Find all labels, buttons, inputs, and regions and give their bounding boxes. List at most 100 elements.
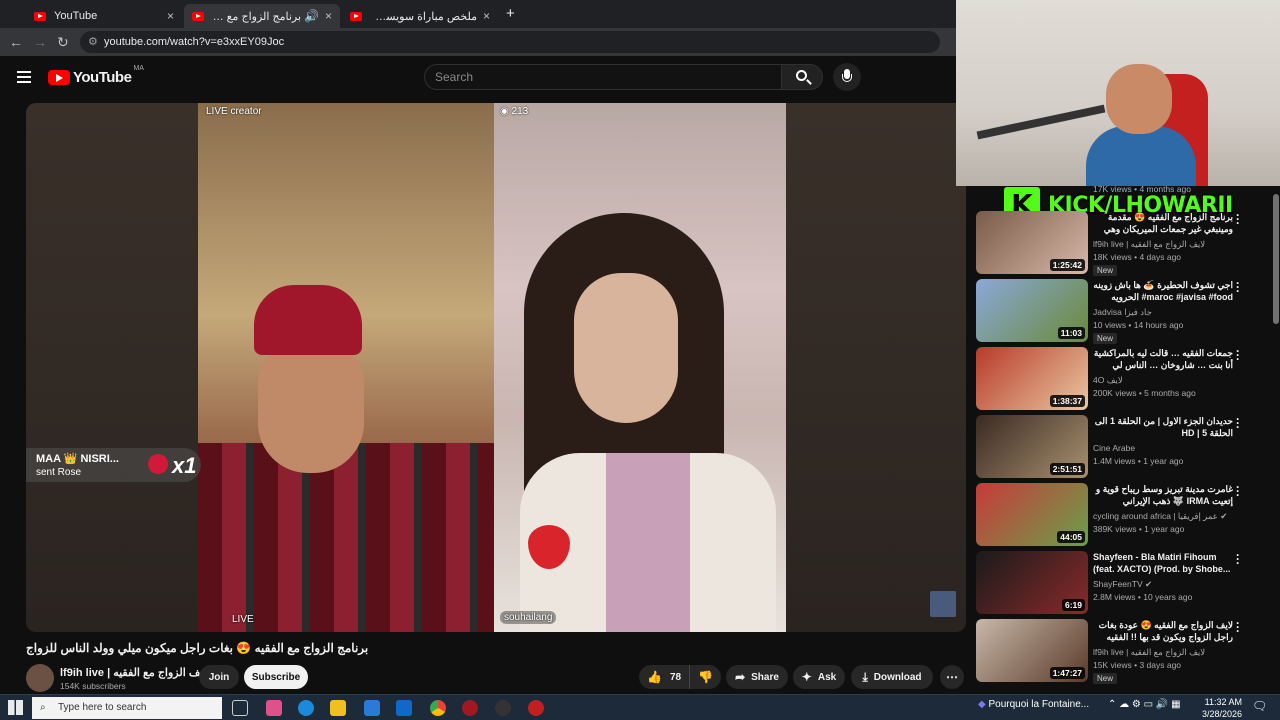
edge-icon[interactable]	[298, 700, 314, 716]
site-info-icon[interactable]: ⚙	[88, 31, 98, 53]
system-tray-icons[interactable]: ⌃ ☁ ⚙ ▭ 🔊 ▦	[1108, 699, 1181, 710]
copilot-icon[interactable]	[266, 700, 282, 716]
file-explorer-icon[interactable]	[330, 700, 346, 716]
reload-icon[interactable]: ↻	[57, 34, 69, 50]
tab-close-icon[interactable]: ×	[483, 9, 490, 23]
notifications-icon[interactable]: 🗨	[1252, 699, 1267, 713]
tab-close-icon[interactable]: ×	[167, 9, 174, 23]
more-options-icon[interactable]: · · ·	[1236, 345, 1240, 365]
video-thumbnail[interactable]: 6:19	[976, 551, 1088, 614]
video-thumbnail[interactable]: 2:51:51	[976, 415, 1088, 478]
video-meta: 200K views • 5 months ago	[1093, 388, 1196, 398]
search-button[interactable]	[781, 64, 823, 90]
channel-watermark[interactable]	[930, 591, 956, 617]
video-meta: 389K views • 1 year ago	[1093, 524, 1185, 534]
youtube-play-icon	[48, 70, 70, 85]
video-thumbnail[interactable]: 1:38:37	[976, 347, 1088, 410]
outlook-icon[interactable]	[396, 700, 412, 716]
video-title[interactable]: Shayfeen - Bla Matiri Fihoum (feat. XACT…	[1093, 551, 1233, 575]
sweater-shape	[606, 453, 690, 632]
more-options-icon[interactable]: · · ·	[1236, 413, 1240, 433]
recommendation-item[interactable]: 1:25:42 برنامج الزواج مع الفقيه 😍 مقدمة و…	[976, 209, 1266, 276]
media-widget[interactable]: ◆ Pourquoi la Fontaine...	[978, 699, 1089, 710]
menu-icon[interactable]	[17, 71, 31, 83]
forward-icon[interactable]: →	[33, 34, 47, 50]
voice-search-button[interactable]	[833, 63, 861, 91]
video-duration: 11:03	[1057, 327, 1085, 339]
channel-name[interactable]: Cine Arabe	[1093, 443, 1135, 453]
recommendation-item[interactable]: 1:47:27 لايف الزواج مع الفقيه 😍 عودة بغات…	[976, 617, 1266, 684]
new-tab-button[interactable]: +	[506, 5, 515, 22]
sidebar-scrollbar[interactable]	[1272, 186, 1280, 692]
channel-name[interactable]: cycling around africa | عمر إفريقيا ✔	[1093, 511, 1227, 522]
taskbar-search-input[interactable]: ⌕ Type here to search	[32, 697, 222, 719]
tab-current-video[interactable]: برنامج الزواج مع الفقيه 😍 بغا… 🔊 ×	[184, 4, 340, 28]
youtube-header: YouTube MA Search	[0, 56, 960, 100]
video-player[interactable]: LIVE creator ◉ 213 MAA 👑 NISRI... sent R…	[26, 103, 966, 632]
search-input[interactable]: Search	[424, 64, 782, 90]
channel-avatar[interactable]	[26, 664, 54, 692]
4k-downloader-icon[interactable]	[495, 700, 511, 716]
youtube-logo[interactable]: YouTube MA	[48, 65, 144, 86]
video-duration: 6:19	[1061, 599, 1085, 611]
video-thumbnail[interactable]: 44:05	[976, 483, 1088, 546]
video-thumbnail[interactable]: 1:25:42	[976, 211, 1088, 274]
channel-name[interactable]: lf9ih live | لايف الزواج مع الفقيه	[60, 666, 210, 679]
video-duration: 1:38:37	[1049, 395, 1085, 407]
join-button[interactable]: Join	[199, 665, 239, 689]
clock[interactable]: 11:32 AM 3/28/2026	[1198, 696, 1242, 720]
channel-name[interactable]: lf9ih live | لايف الزواج مع الفقيه	[1093, 647, 1205, 658]
recommendation-item[interactable]: 11:03 اجي تشوف الحطيرة 🍝 ها باش زوينه mar…	[976, 277, 1266, 344]
channel-name[interactable]: ShayFeenTV ✔	[1093, 579, 1152, 590]
video-title[interactable]: غامرت مدينة تبريز وسط ريباح قوية و إتعيت…	[1093, 483, 1233, 507]
video-title[interactable]: جمعات الفقيه … قالت ليه بالمراكشية أنا ب…	[1093, 347, 1233, 371]
recommendation-item[interactable]: 6:19 Shayfeen - Bla Matiri Fihoum (feat. …	[976, 549, 1266, 615]
tab-close-icon[interactable]: ×	[325, 9, 332, 23]
gift-action: sent Rose	[36, 467, 82, 478]
dislike-button[interactable]: 👎	[689, 665, 721, 689]
back-icon[interactable]: ←	[9, 34, 23, 50]
audio-icon[interactable]: 🔊	[304, 9, 319, 23]
channel-name[interactable]: 4O لايف	[1093, 375, 1123, 386]
channel-name[interactable]: Jadvisa جاد فيزا	[1093, 307, 1152, 318]
live-creator-tag: LIVE creator	[206, 106, 262, 117]
store-icon[interactable]	[364, 700, 380, 716]
recommendation-item[interactable]: 1:38:37 جمعات الفقيه … قالت ليه بالمراكشي…	[976, 345, 1266, 411]
channel-name[interactable]: lf9ih live | لايف الزواج مع الفقيه	[1093, 239, 1205, 250]
share-icon: ➦	[735, 670, 746, 684]
robe-shape	[198, 443, 494, 632]
windows-start-icon[interactable]	[8, 700, 23, 715]
share-button[interactable]: ➦ Share	[726, 665, 788, 689]
tab-match-summary[interactable]: ملخص مباراة سويسرا وألمانيا (3- ×	[342, 4, 498, 28]
app-icon[interactable]	[462, 700, 478, 716]
video-title[interactable]: حديدان الجزء الاول | من الحلقة 1 الى الح…	[1093, 415, 1233, 439]
viewer-count-value: 213	[511, 106, 529, 117]
subscribe-button[interactable]: Subscribe	[244, 665, 308, 689]
new-badge: New	[1093, 673, 1118, 684]
more-options-icon[interactable]: · · ·	[1236, 617, 1240, 637]
more-options-icon[interactable]: · · ·	[1236, 209, 1240, 229]
task-view-icon[interactable]	[232, 700, 248, 716]
video-title[interactable]: لايف الزواج مع الفقيه 😍 عودة بغات راجل ا…	[1093, 619, 1233, 643]
recommendation-item[interactable]: 44:05 غامرت مدينة تبريز وسط ريباح قوية و …	[976, 481, 1266, 547]
ask-button[interactable]: ✦ Ask	[793, 665, 845, 689]
video-thumbnail[interactable]: 1:47:27	[976, 619, 1088, 682]
chrome-icon[interactable]	[430, 700, 446, 716]
more-options-icon[interactable]: · · ·	[1236, 277, 1240, 297]
woman-face-shape	[574, 273, 678, 423]
tab-youtube[interactable]: YouTube ×	[26, 4, 182, 28]
recommendation-item[interactable]: 2:51:51 حديدان الجزء الاول | من الحلقة 1 …	[976, 413, 1266, 479]
video-thumbnail[interactable]: 11:03	[976, 279, 1088, 342]
scrollbar-thumb[interactable]	[1273, 194, 1279, 324]
like-button[interactable]: 👍 78	[639, 665, 689, 689]
more-actions-button[interactable]: ⋯	[940, 665, 964, 689]
more-options-icon[interactable]: · · ·	[1236, 481, 1240, 501]
shirt-shape	[1086, 126, 1196, 186]
obs-icon[interactable]	[528, 700, 544, 716]
download-button[interactable]: ⤓ Download	[851, 665, 933, 689]
country-code: MA	[133, 65, 144, 72]
more-options-icon[interactable]: · · ·	[1236, 549, 1240, 569]
video-title[interactable]: اجي تشوف الحطيرة 🍝 ها باش زوينه maroc #j…	[1093, 279, 1233, 303]
address-bar[interactable]: ⚙ youtube.com/watch?v=e3xxEY09Joc	[80, 31, 940, 53]
video-title[interactable]: برنامج الزواج مع الفقيه 😍 مقدمة ومينبغي …	[1093, 211, 1233, 235]
